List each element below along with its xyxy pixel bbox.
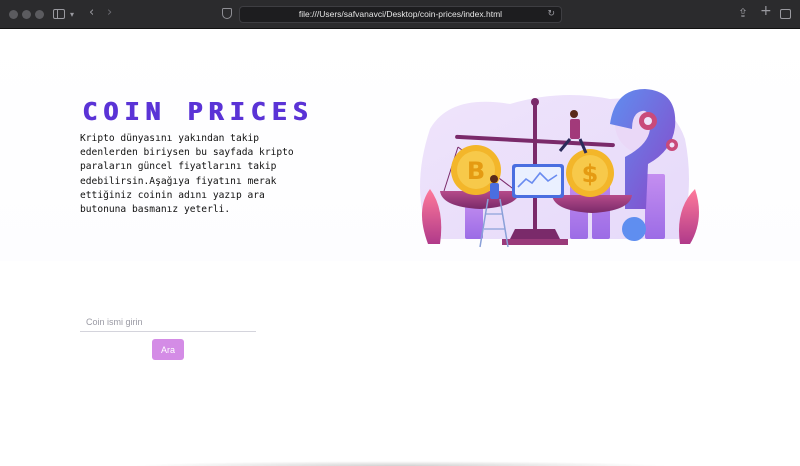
address-bar[interactable]: file:///Users/safvanavci/Desktop/coin-pr…: [239, 6, 562, 23]
page-title: COIN PRICES: [82, 97, 314, 126]
page-description: Kripto dünyasını yakından takip edenlerd…: [80, 133, 294, 216]
sidebar-toggle-icon[interactable]: [53, 9, 65, 19]
scale-base: [510, 229, 560, 239]
person-head: [490, 175, 498, 183]
tab-overview-icon[interactable]: [780, 9, 791, 19]
hero-section: COIN PRICES Kripto dünyasını yakından ta…: [0, 29, 800, 261]
share-icon[interactable]: ⇪: [738, 6, 748, 20]
new-tab-icon[interactable]: +: [760, 4, 772, 18]
browser-toolbar: ▾ ‹ › file:///Users/safvanavci/Desktop/c…: [0, 0, 800, 29]
minimize-window-button[interactable]: [22, 10, 31, 19]
person-body: [490, 183, 499, 199]
page-viewport: COIN PRICES Kripto dünyasını yakından ta…: [0, 29, 800, 466]
bitcoin-symbol: B: [467, 157, 485, 185]
address-bar-url: file:///Users/safvanavci/Desktop/coin-pr…: [298, 9, 503, 19]
reload-icon[interactable]: ↻: [547, 7, 555, 22]
sitting-person-body: [570, 119, 580, 139]
sitting-person-head: [570, 110, 578, 118]
question-mark-dot: [622, 217, 646, 241]
crypto-scale-illustration: B $: [420, 89, 699, 248]
search-section: Ara: [80, 312, 256, 360]
window-bottom-shadow: [130, 461, 670, 466]
chart-bar: [645, 174, 665, 239]
zoom-window-button[interactable]: [35, 10, 44, 19]
dollar-symbol: $: [582, 160, 599, 188]
chevron-down-icon[interactable]: ▾: [70, 8, 74, 22]
search-button[interactable]: Ara: [152, 339, 184, 360]
close-window-button[interactable]: [9, 10, 18, 19]
coin-search-input[interactable]: [80, 313, 256, 332]
back-arrow-icon[interactable]: ‹: [89, 6, 94, 20]
privacy-shield-icon[interactable]: [222, 8, 232, 19]
forward-arrow-icon[interactable]: ›: [107, 6, 112, 20]
monitor-screen: [515, 167, 561, 195]
